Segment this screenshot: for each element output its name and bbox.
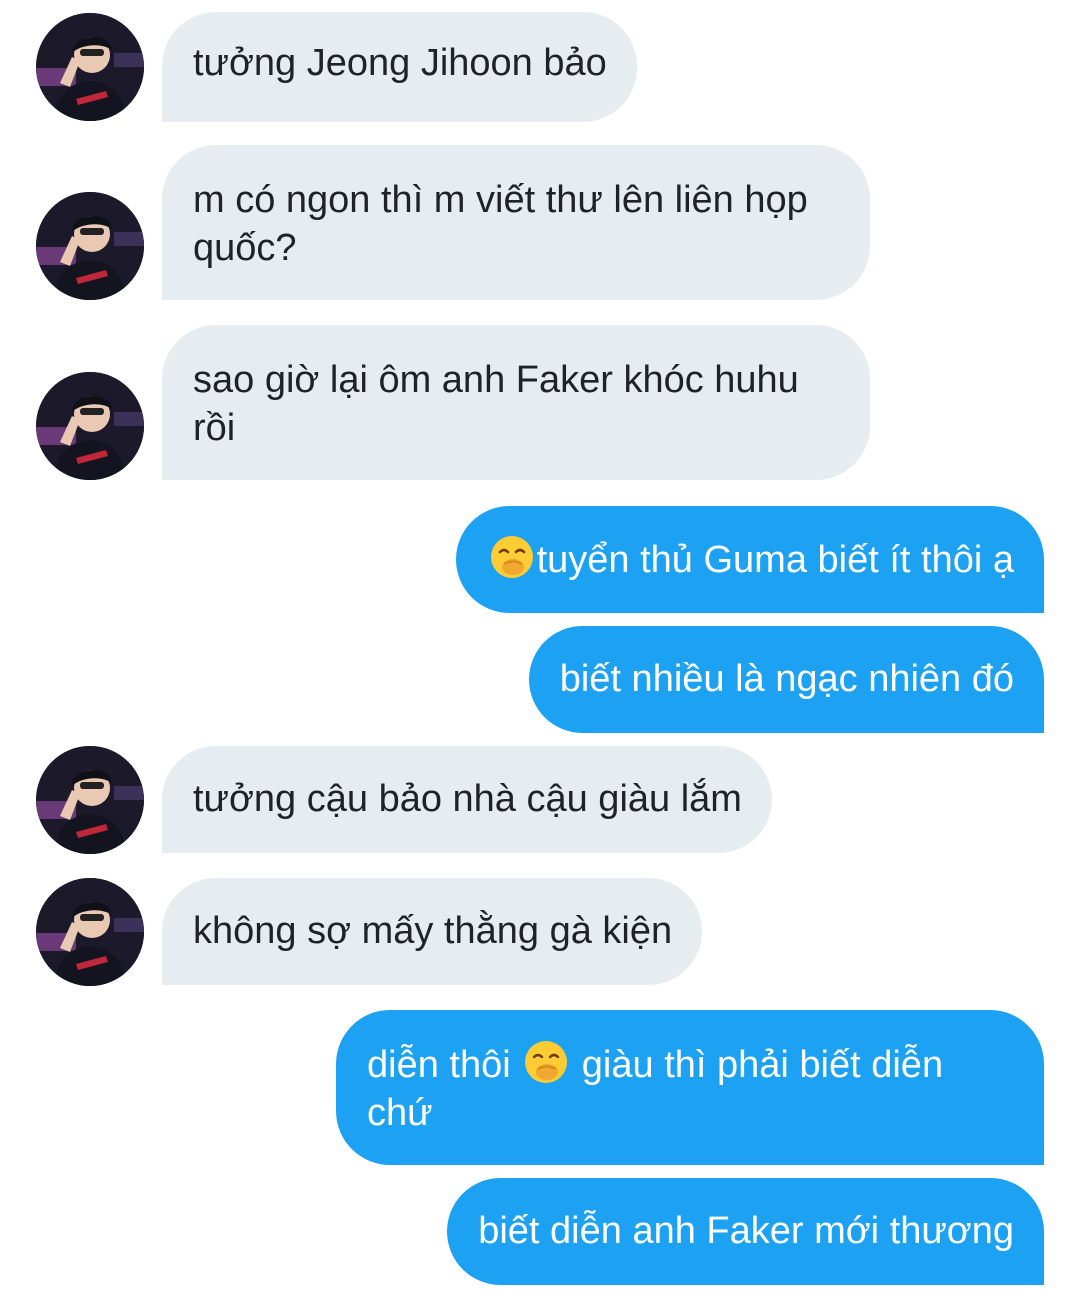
message-row-outgoing: biết nhiều là ngạc nhiên đó xyxy=(0,626,1080,733)
message-text: biết diễn anh Faker mới thương xyxy=(478,1210,1014,1252)
message-text: biết nhiều là ngạc nhiên đó xyxy=(559,658,1014,700)
avatar-image xyxy=(36,192,144,300)
avatar-image xyxy=(36,878,144,986)
message-text: diễn thôi xyxy=(367,1044,511,1086)
avatar[interactable] xyxy=(36,746,144,854)
message-bubble: tưởng Jeong Jihoon bảo xyxy=(162,12,637,122)
message-bubble: tuyển thủ Guma biết ít thôi ạ xyxy=(455,506,1044,613)
avatar[interactable] xyxy=(36,878,144,986)
message-row-outgoing: diễn thôi giàu thì phải biết diễn chứ xyxy=(0,1010,1080,1165)
message-row-incoming: m có ngon thì m viết thư lên liên họp qu… xyxy=(0,145,1080,300)
message-row-incoming: không sợ mấy thằng gà kiện xyxy=(0,878,1080,986)
message-row-outgoing: tuyển thủ Guma biết ít thôi ạ xyxy=(0,506,1080,613)
avatar-image xyxy=(36,13,144,121)
message-text: không sợ mấy thằng gà kiện xyxy=(193,910,673,952)
message-text: m có ngon thì m viết thư lên liên họp qu… xyxy=(193,179,808,269)
message-bubble: tưởng cậu bảo nhà cậu giàu lắm xyxy=(162,746,772,853)
message-bubble: sao giờ lại ôm anh Faker khóc huhu rồi xyxy=(162,325,870,480)
message-bubble: biết diễn anh Faker mới thương xyxy=(447,1178,1044,1285)
avatar-image xyxy=(36,372,144,480)
message-bubble: diễn thôi giàu thì phải biết diễn chứ xyxy=(336,1010,1044,1165)
message-text: tưởng Jeong Jihoon bảo xyxy=(193,42,607,84)
message-text: tuyển thủ Guma biết ít thôi ạ xyxy=(536,539,1014,581)
message-row-incoming: tưởng cậu bảo nhà cậu giàu lắm xyxy=(0,746,1080,854)
face-with-hand-over-mouth-icon xyxy=(523,1039,569,1085)
message-row-incoming: sao giờ lại ôm anh Faker khóc huhu rồi xyxy=(0,325,1080,480)
message-bubble: m có ngon thì m viết thư lên liên họp qu… xyxy=(162,145,870,300)
avatar-image xyxy=(36,746,144,854)
message-row-outgoing: biết diễn anh Faker mới thương xyxy=(0,1178,1080,1285)
message-row-incoming: tưởng Jeong Jihoon bảo xyxy=(0,12,1080,122)
avatar[interactable] xyxy=(36,372,144,480)
avatar[interactable] xyxy=(36,13,144,121)
message-text: tưởng cậu bảo nhà cậu giàu lắm xyxy=(193,778,742,820)
message-text: sao giờ lại ôm anh Faker khóc huhu rồi xyxy=(193,359,799,449)
chat-conversation: tưởng Jeong Jihoon bảo m có ngon thì m v… xyxy=(0,0,1080,1294)
face-with-hand-over-mouth-icon xyxy=(489,534,535,580)
message-bubble: không sợ mấy thằng gà kiện xyxy=(162,878,703,985)
avatar[interactable] xyxy=(36,192,144,300)
message-bubble: biết nhiều là ngạc nhiên đó xyxy=(528,626,1044,733)
